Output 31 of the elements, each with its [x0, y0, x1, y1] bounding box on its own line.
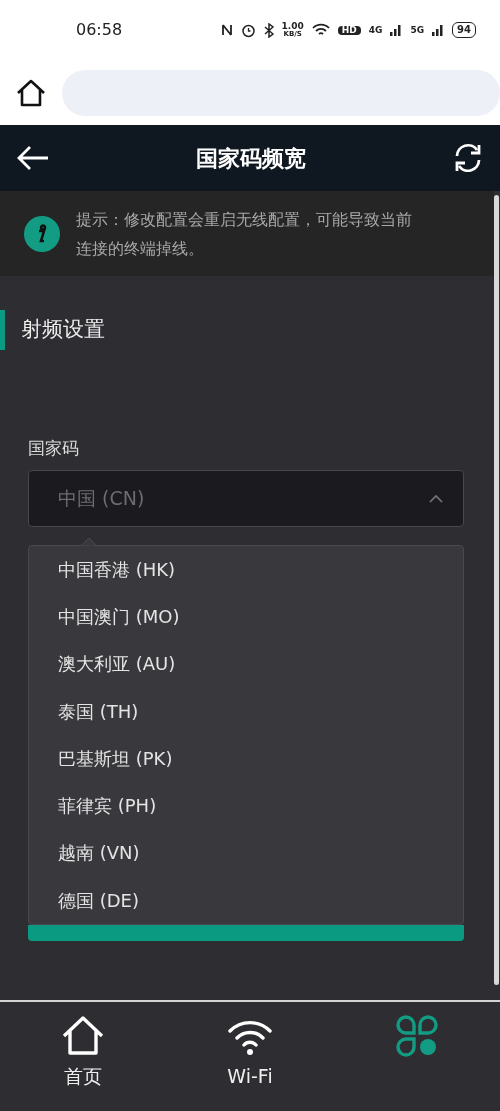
dropdown-option[interactable]: 澳大利亚 (AU)	[29, 640, 463, 688]
section-title: 射频设置	[21, 316, 105, 344]
network-speed: 1.00	[281, 22, 304, 31]
dropdown-option[interactable]: 中国香港 (HK)	[29, 545, 463, 593]
battery-level: 94	[452, 22, 476, 38]
back-icon[interactable]	[16, 145, 50, 171]
hd-badge: HD	[337, 25, 361, 35]
info-icon	[24, 215, 60, 252]
page-title: 国家码频宽	[196, 144, 306, 173]
dropdown-option[interactable]: 巴基斯坦 (PK)	[29, 734, 463, 782]
notice-text: 提示：修改配置会重启无线配置，可能导致当前连接的终端掉线。	[76, 208, 412, 260]
bluetooth-icon	[263, 22, 274, 38]
caret-icon	[429, 493, 443, 503]
apps-icon	[394, 1014, 439, 1059]
dropdown-option[interactable]: 越南 (VN)	[29, 829, 463, 877]
dropdown-option[interactable]: 菲律宾 (PH)	[29, 782, 463, 830]
dropdown-option[interactable]: 中国澳门 (MO)	[29, 592, 463, 641]
signal-icon	[390, 24, 403, 36]
dropdown-option[interactable]: 泰国 (TH)	[29, 687, 463, 735]
nav-tab[interactable]: 首页	[0, 1014, 167, 1099]
wifi-icon	[311, 23, 330, 37]
alarm-icon	[240, 22, 256, 38]
home-icon[interactable]	[16, 78, 46, 107]
dropdown-option[interactable]: 德国 (DE)	[29, 876, 463, 924]
clock-time: 06:58	[76, 19, 123, 41]
signal-label: 5G	[410, 25, 425, 35]
nfc-icon	[220, 23, 233, 37]
nav-tab[interactable]: Wi-Fi	[166, 1014, 334, 1099]
field-label: 国家码	[28, 437, 80, 460]
signal-label: 4G	[368, 25, 383, 35]
signal-icon	[432, 24, 445, 36]
